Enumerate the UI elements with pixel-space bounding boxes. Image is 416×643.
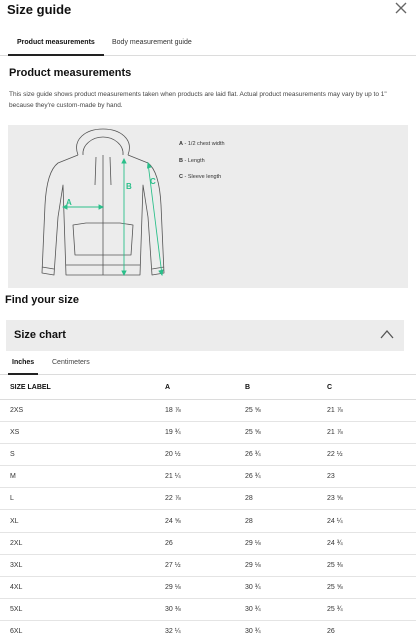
table-row: 6XL 32 ¼ 30 ¾ 26	[0, 620, 416, 643]
tab-centimeters[interactable]: Centimeters	[52, 359, 90, 366]
size-label-cell: S	[0, 443, 165, 467]
hoodie-illustration: A B C A - 1/2 chest width B - Length C -…	[8, 125, 408, 288]
table-row: 3XL 27 ½ 29 ⅛ 25 ⅜	[0, 554, 416, 578]
measurement-cell: 21 ¼	[165, 465, 245, 489]
size-label-cell: 2XL	[0, 532, 165, 555]
table-row: XL 24 ⅝ 28 24 ¼	[0, 509, 416, 533]
measurement-cell: 26	[165, 532, 245, 555]
measurement-cell: 23 ⅝	[327, 487, 416, 511]
product-measurements-heading: Product measurements	[9, 67, 132, 79]
size-label-cell: 5XL	[0, 598, 165, 622]
measurement-cell: 25 ⅜	[327, 554, 416, 578]
size-label-cell: XL	[0, 509, 165, 533]
find-your-size-heading: Find your size	[5, 294, 79, 306]
active-unit-indicator	[8, 373, 38, 375]
measurement-cell: 22 ½	[327, 443, 416, 467]
measurement-cell: 29 ⅛	[165, 576, 245, 600]
measurement-cell: 21 ⅞	[327, 399, 416, 422]
size-label-cell: 3XL	[0, 554, 165, 578]
table-row: XS 19 ¾ 25 ⅝ 21 ⅞	[0, 421, 416, 444]
size-table: SIZE LABEL A B C 2XS 18 ⅞ 25 ⅝ 21 ⅞ XS 19 ¾ 25…	[0, 377, 416, 643]
measurement-cell: 24 ¼	[327, 509, 416, 533]
size-chart-heading: Size chart	[14, 329, 66, 341]
measurement-cell: 25 ⅝	[327, 576, 416, 600]
measurement-cell: 26	[327, 620, 416, 643]
measurement-cell: 23	[327, 465, 416, 489]
active-tab-indicator	[8, 54, 104, 56]
legend-item-c: C - Sleeve length	[179, 174, 222, 180]
size-label-cell: XS	[0, 421, 165, 444]
unit-tabs: Inches Centimeters	[0, 354, 416, 375]
measurement-cell: 30 ¾	[245, 598, 327, 622]
marker-a: A	[66, 198, 72, 207]
measurement-cell: 30 ¾	[245, 576, 327, 600]
tab-inches[interactable]: Inches	[12, 359, 34, 366]
legend-item-a: A - 1/2 chest width	[179, 141, 225, 147]
measurement-cell: 25 ¾	[327, 598, 416, 622]
measurement-cell: 28	[245, 509, 327, 533]
size-label-cell: 4XL	[0, 576, 165, 600]
measurement-cell: 21 ⅞	[327, 421, 416, 444]
measurement-cell: 24 ¾	[327, 532, 416, 555]
guide-tabs: Product measurements Body measurement gu…	[0, 34, 416, 56]
column-header-size-label: SIZE LABEL	[0, 377, 165, 400]
measurement-cell: 24 ⅝	[165, 509, 245, 533]
table-row: M 21 ¼ 26 ¾ 23	[0, 465, 416, 489]
table-row: 2XS 18 ⅞ 25 ⅝ 21 ⅞	[0, 399, 416, 422]
size-chart-accordion[interactable]: Size chart	[6, 320, 404, 351]
measurement-cell: 25 ⅝	[245, 399, 327, 422]
measurement-cell: 29 ⅛	[245, 532, 327, 555]
close-icon[interactable]	[394, 1, 408, 15]
size-label-cell: M	[0, 465, 165, 489]
measurement-cell: 25 ⅝	[245, 421, 327, 444]
measurement-cell: 32 ¼	[165, 620, 245, 643]
column-header-a: A	[165, 377, 245, 400]
marker-c: C	[150, 177, 156, 186]
table-row: S 20 ½ 26 ¾ 22 ½	[0, 443, 416, 467]
measurement-cell: 26 ¾	[245, 443, 327, 467]
measurement-cell: 27 ½	[165, 554, 245, 578]
marker-b: B	[126, 182, 132, 191]
column-header-b: B	[245, 377, 327, 400]
modal-title: Size guide	[7, 2, 72, 17]
measurement-cell: 28	[245, 487, 327, 511]
modal-header: Size guide	[0, 0, 416, 26]
table-row: L 22 ⅞ 28 23 ⅝	[0, 487, 416, 511]
measurement-cell: 18 ⅞	[165, 399, 245, 422]
product-measurements-description: This size guide shows product measuremen…	[9, 91, 387, 109]
table-row: 5XL 30 ⅜ 30 ¾ 25 ¾	[0, 598, 416, 622]
size-label-cell: 6XL	[0, 620, 165, 643]
table-row: 4XL 29 ⅛ 30 ¾ 25 ⅝	[0, 576, 416, 600]
measurement-cell: 20 ½	[165, 443, 245, 467]
tab-product-measurements[interactable]: Product measurements	[17, 39, 95, 46]
measurement-cell: 19 ¾	[165, 421, 245, 444]
table-header-row: SIZE LABEL A B C	[0, 377, 416, 400]
measurement-cell: 22 ⅞	[165, 487, 245, 511]
size-label-cell: L	[0, 487, 165, 511]
measurement-legend: A - 1/2 chest width B - Length C - Sleev…	[179, 136, 225, 186]
tab-body-measurement-guide[interactable]: Body measurement guide	[112, 39, 192, 46]
legend-item-b: B - Length	[179, 157, 205, 164]
measurement-cell: 29 ⅛	[245, 554, 327, 578]
table-row: 2XL 26 29 ⅛ 24 ¾	[0, 532, 416, 555]
measurement-cell: 30 ¾	[245, 620, 327, 643]
size-label-cell: 2XS	[0, 399, 165, 422]
column-header-c: C	[327, 377, 416, 400]
size-table-body: 2XS 18 ⅞ 25 ⅝ 21 ⅞ XS 19 ¾ 25 ⅝ 21 ⅞ S 20 ½ 26 ¾ 22…	[0, 399, 416, 643]
measurement-cell: 26 ¾	[245, 465, 327, 489]
chevron-up-icon[interactable]	[380, 329, 394, 339]
measurement-cell: 30 ⅜	[165, 598, 245, 622]
